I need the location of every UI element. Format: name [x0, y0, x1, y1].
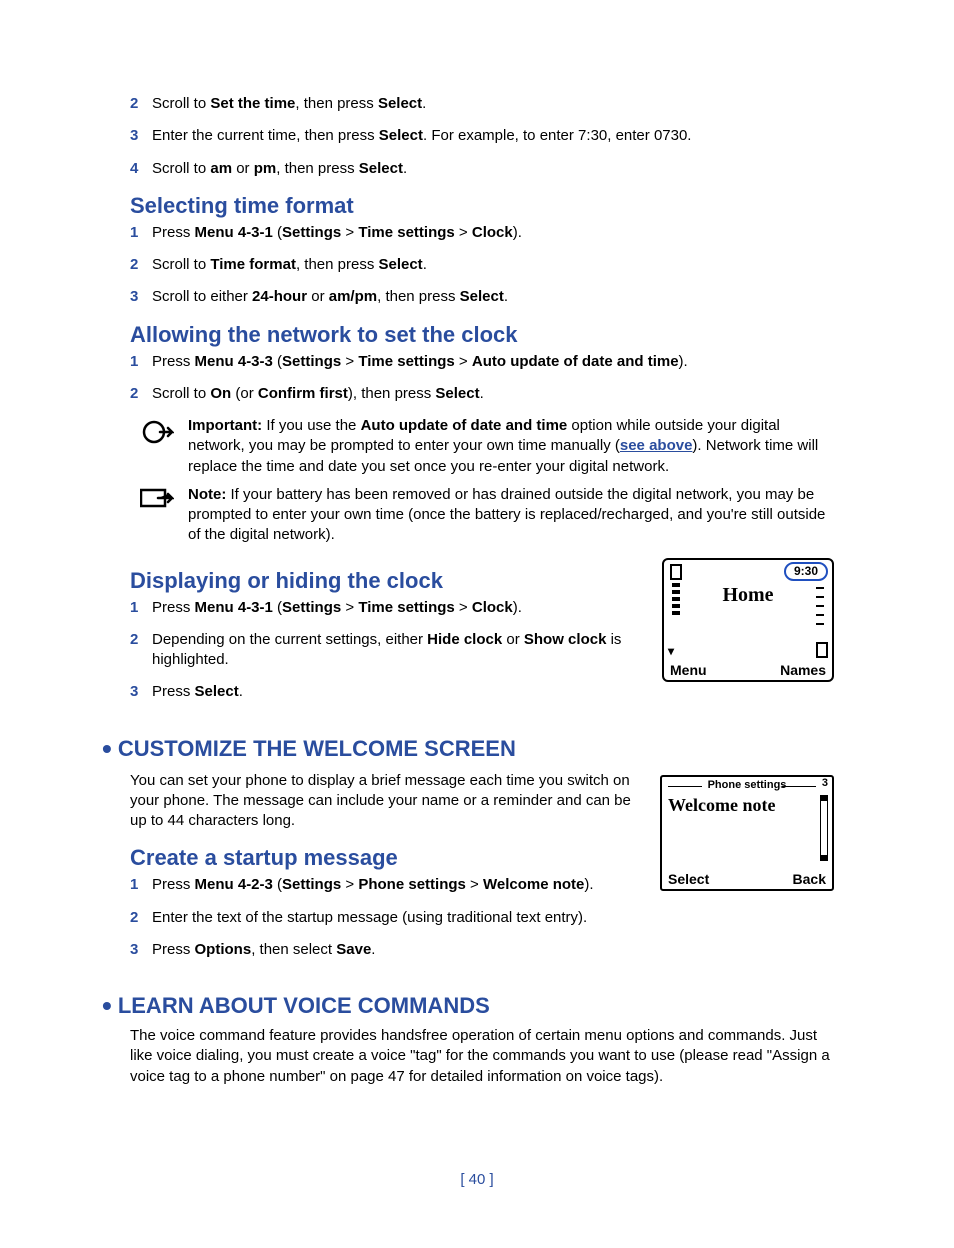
antenna-icon: ▾	[668, 644, 674, 658]
page-number: [ 40 ]	[0, 1171, 954, 1188]
phone-settings-header: Phone settings	[662, 779, 832, 791]
phone-screen-home: 9:30 Home ▾ Menu Names	[662, 558, 834, 682]
step: 1 Press Menu 4-3-1 (Settings > Time sett…	[130, 598, 638, 618]
customize-paragraph: You can set your phone to display a brie…	[130, 771, 636, 832]
step-text: Scroll to Set the time, then press Selec…	[152, 94, 834, 114]
note-icon	[140, 485, 188, 546]
step-text: Enter the current time, then press Selec…	[152, 126, 834, 146]
step: 2 Scroll to Set the time, then press Sel…	[130, 94, 834, 114]
heading-display-clock: Displaying or hiding the clock	[130, 568, 638, 594]
step: 3 Press Options, then select Save.	[130, 940, 636, 960]
softkey-menu: Menu	[670, 662, 707, 678]
home-label: Home	[664, 584, 832, 607]
voice-paragraph: The voice command feature provides hands…	[130, 1026, 834, 1087]
step: 3 Scroll to either 24-hour or am/pm, the…	[130, 287, 834, 307]
step-list-network: 1 Press Menu 4-3-3 (Settings > Time sett…	[130, 352, 834, 405]
softkey-select: Select	[668, 871, 709, 887]
battery-icon	[670, 564, 682, 580]
welcome-note-label: Welcome note	[668, 795, 775, 816]
softkey-back: Back	[793, 871, 826, 887]
step: 4 Scroll to am or pm, then press Select.	[130, 159, 834, 179]
heading-customize-welcome: •CUSTOMIZE THE WELCOME SCREEN	[102, 733, 834, 765]
heading-selecting-time-format: Selecting time format	[130, 193, 834, 219]
step: 1 Press Menu 4-3-1 (Settings > Time sett…	[130, 223, 834, 243]
step-number: 2	[130, 94, 152, 114]
note-callout: Note: If your battery has been removed o…	[140, 485, 834, 546]
softkey-names: Names	[780, 662, 826, 678]
important-callout: Important: If you use the Auto update of…	[140, 416, 834, 477]
step: 3 Enter the current time, then press Sel…	[130, 126, 834, 146]
see-above-link[interactable]: see above	[620, 437, 693, 454]
phone-settings-number: 3	[822, 777, 828, 789]
important-icon	[140, 416, 188, 477]
heading-voice-commands: •LEARN ABOUT VOICE COMMANDS	[102, 990, 834, 1022]
step-list-top: 2 Scroll to Set the time, then press Sel…	[130, 94, 834, 179]
scrollbar-icon	[820, 795, 828, 861]
step-number: 3	[130, 126, 152, 146]
step: 2 Enter the text of the startup message …	[130, 908, 636, 928]
step: 3 Press Select.	[130, 682, 638, 702]
step: 2 Scroll to Time format, then press Sele…	[130, 255, 834, 275]
phone-screen-welcome-note: Phone settings 3 Welcome note Select Bac…	[660, 775, 834, 891]
step: 2 Depending on the current settings, eit…	[130, 630, 638, 671]
step-text: Scroll to am or pm, then press Select.	[152, 159, 834, 179]
step-list-display: 1 Press Menu 4-3-1 (Settings > Time sett…	[130, 598, 638, 703]
step-list-time-format: 1 Press Menu 4-3-1 (Settings > Time sett…	[130, 223, 834, 308]
battery-small-icon	[816, 642, 828, 658]
step: 2 Scroll to On (or Confirm first), then …	[130, 384, 834, 404]
heading-create-startup: Create a startup message	[130, 845, 636, 871]
step: 1 Press Menu 4-2-3 (Settings > Phone set…	[130, 875, 636, 895]
step-list-create: 1 Press Menu 4-2-3 (Settings > Phone set…	[130, 875, 636, 960]
heading-network-clock: Allowing the network to set the clock	[130, 322, 834, 348]
bullet-icon: •	[102, 733, 112, 765]
bullet-icon: •	[102, 990, 112, 1022]
step-number: 4	[130, 159, 152, 179]
step: 1 Press Menu 4-3-3 (Settings > Time sett…	[130, 352, 834, 372]
clock-highlight: 9:30	[784, 562, 828, 581]
